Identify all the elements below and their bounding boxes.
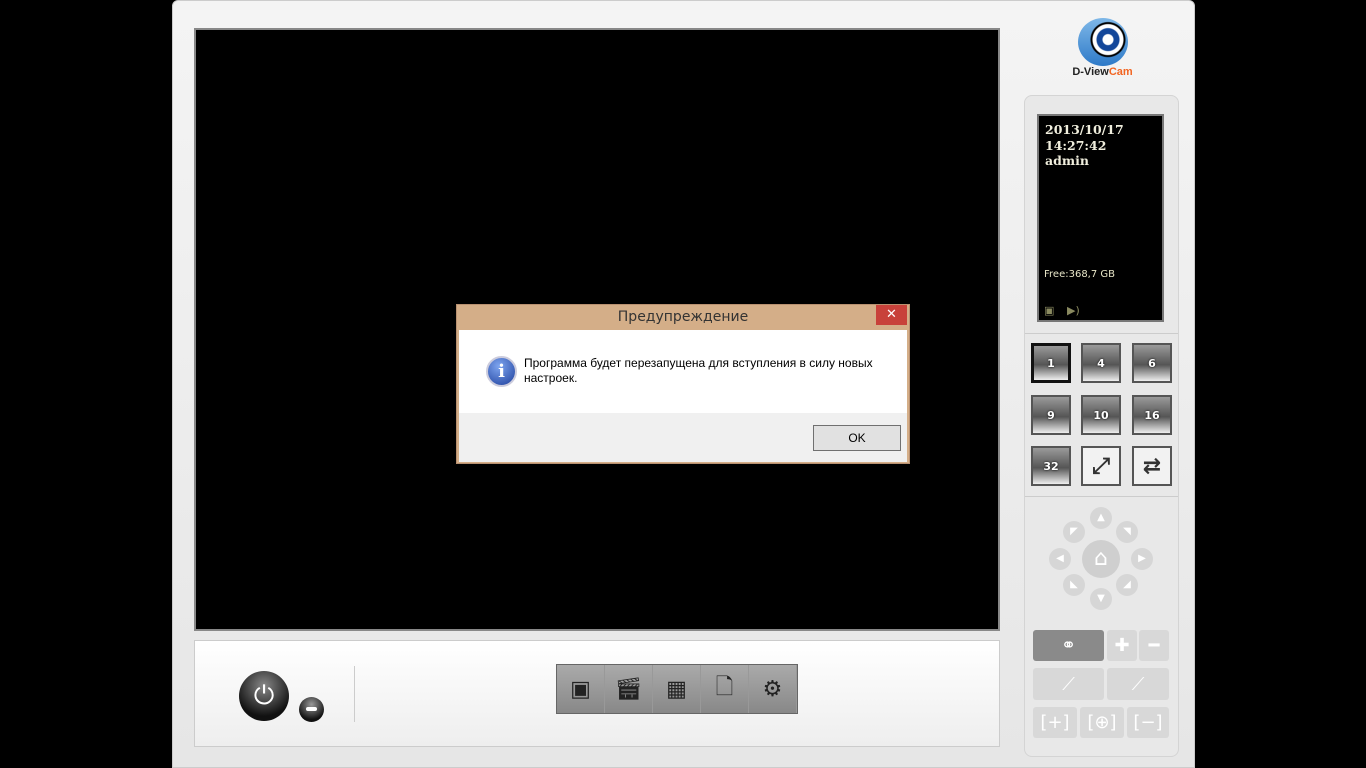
eye-logo-icon [1077,18,1128,66]
divider [354,666,355,722]
zoom-in-icon[interactable]: ✚ [1107,630,1137,661]
layout-32-button[interactable]: 32 [1031,446,1071,486]
free-space: Free:368,7 GB [1044,269,1116,280]
clapperboard-icon[interactable]: 🎬︎ [605,665,653,713]
document-icon[interactable]: 🗋 [701,665,749,713]
audio-icon: ▶) [1067,304,1080,317]
line-icon[interactable]: ⟋ [1107,668,1169,700]
ptz-up-left-icon[interactable]: ◤ [1063,521,1085,543]
binoculars-icon[interactable]: ⚭ [1033,630,1104,661]
layout-6-button[interactable]: 6 [1132,343,1172,383]
divider [1025,496,1178,497]
power-button[interactable]: ⏻ [239,671,289,721]
main-toolbar: ▣ 🎬︎ ▦ 🗋 ⚙ [556,664,798,714]
ptz-down-icon[interactable]: ▼ [1090,588,1112,610]
layout-16-button[interactable]: 16 [1132,395,1172,435]
close-button[interactable]: ✕ [876,305,907,325]
ptz-down-right-icon[interactable]: ◢ [1116,574,1138,596]
logo-text-accent: Cam [1108,66,1133,78]
layout-1-button[interactable]: 1 [1031,343,1071,383]
focus-plus-icon[interactable]: [+] [1033,707,1077,738]
focus-auto-icon[interactable]: [⊕] [1080,707,1124,738]
ptz-right-icon[interactable]: ▶ [1131,548,1153,570]
monitor-icon: ▣ [1044,304,1055,317]
info-icon: i [486,356,517,387]
minimize-button[interactable] [299,697,324,722]
logo: D-ViewCam [1055,18,1150,90]
ptz-left-icon[interactable]: ◀ [1049,548,1071,570]
path-icon[interactable]: ⟋ [1033,668,1104,700]
ptz-up-icon[interactable]: ▲ [1090,507,1112,529]
swap-icon[interactable]: ⇄ [1132,446,1172,486]
dialog-message: Программа будет перезапущена для вступле… [524,356,873,385]
ptz-up-right-icon[interactable]: ◥ [1116,521,1138,543]
logo-text: D-View [1072,66,1109,78]
layout-10-button[interactable]: 10 [1081,395,1121,435]
ok-button[interactable]: OK [813,425,901,451]
dialog-body: i Программа будет перезапущена для вступ… [459,330,907,413]
layout-9-button[interactable]: 9 [1031,395,1071,435]
dialog-title: Предупреждение [617,309,749,325]
info-screen: 2013/10/17 14:27:42 admin Free:368,7 GB … [1037,114,1164,322]
ptz-home-icon[interactable]: ⌂ [1082,540,1120,578]
focus-minus-icon[interactable]: [−] [1127,707,1169,738]
schedule-icon[interactable]: ▦ [653,665,701,713]
warning-dialog: Предупреждение ✕ i Программа будет перез… [456,304,910,464]
user: admin [1045,153,1089,168]
fullscreen-icon[interactable]: ⤢ [1081,446,1121,486]
playback-icon[interactable]: ▣ [557,665,605,713]
ptz-down-left-icon[interactable]: ◣ [1063,574,1085,596]
gear-icon[interactable]: ⚙ [749,665,797,713]
divider [1025,333,1178,334]
layout-4-button[interactable]: 4 [1081,343,1121,383]
dialog-footer: OK [459,413,907,462]
date: 2013/10/17 [1045,122,1124,137]
time: 14:27:42 [1045,137,1107,153]
zoom-out-icon[interactable]: ━ [1139,630,1169,661]
